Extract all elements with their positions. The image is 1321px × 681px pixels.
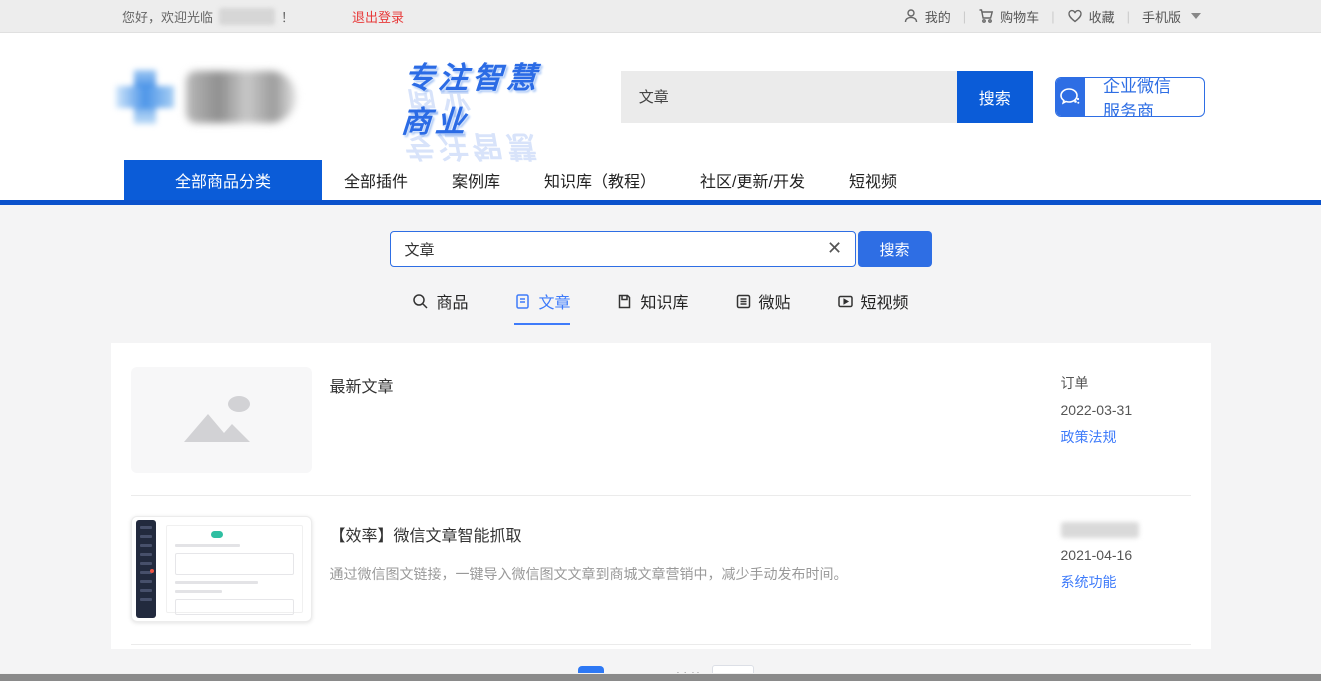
tab-products[interactable]: 商品	[412, 289, 468, 325]
result-description: 通过微信图文链接，一键导入微信图文文章到商城文章营销中，减少手动发布时间。	[330, 564, 1031, 585]
redacted-category	[1061, 522, 1139, 538]
clear-icon[interactable]: ✕	[826, 239, 844, 257]
nav-item-knowledge-base[interactable]: 知识库（教程）	[522, 160, 678, 200]
favorites-link[interactable]: 收藏	[1067, 7, 1115, 26]
placeholder-image-icon	[131, 367, 312, 473]
nav-item-case-library[interactable]: 案例库	[430, 160, 522, 200]
greeting-prefix: 您好，欢迎光临	[122, 7, 213, 26]
topbar-greeting: 您好，欢迎光临 ！ 退出登录	[122, 7, 404, 26]
tab-label: 商品	[436, 289, 468, 313]
slogan-wrap: 专注智慧商业 专注智慧商业	[403, 53, 556, 141]
post-icon	[735, 293, 752, 310]
result-item[interactable]: 最新文章 订单 2022-03-31 政策法规	[131, 347, 1191, 496]
result-thumbnail	[131, 516, 312, 622]
favorites-label: 收藏	[1089, 7, 1115, 26]
tab-label: 知识库	[640, 289, 688, 313]
results-card: 最新文章 订单 2022-03-31 政策法规	[111, 343, 1211, 649]
main-content: ✕ 搜索 商品 文章 知识库 微贴 短视频	[0, 205, 1321, 681]
user-icon	[903, 8, 919, 24]
tab-label: 微贴	[759, 289, 791, 313]
cart-label: 购物车	[1000, 7, 1039, 26]
result-title[interactable]: 最新文章	[330, 373, 1031, 397]
knowledge-icon	[616, 293, 633, 310]
mobile-version-label: 手机版	[1142, 7, 1181, 26]
wechat-service-badge[interactable]: 企业微信服务商	[1055, 77, 1205, 117]
thumb-admin-form	[166, 525, 303, 613]
tab-knowledge-base[interactable]: 知识库	[616, 289, 688, 325]
result-tag-link[interactable]: 政策法规	[1061, 427, 1191, 447]
filter-search-input[interactable]	[390, 231, 856, 267]
filter-search-button[interactable]: 搜索	[858, 231, 932, 267]
logo-mark-blurred	[116, 68, 176, 126]
cart-link[interactable]: 购物车	[978, 7, 1039, 26]
wechat-service-label: 企业微信服务商	[1085, 77, 1204, 117]
result-title[interactable]: 【效率】微信文章智能抓取	[330, 522, 1031, 546]
nav-item-all-plugins[interactable]: 全部插件	[322, 160, 430, 200]
result-body: 【效率】微信文章智能抓取 通过微信图文链接，一键导入微信图文文章到商城文章营销中…	[312, 516, 1061, 622]
result-meta: 订单 2022-03-31 政策法规	[1061, 367, 1191, 473]
site-slogan: 专注智慧商业	[400, 53, 560, 141]
cart-icon	[978, 8, 994, 24]
result-date: 2022-03-31	[1061, 402, 1191, 418]
divider: |	[1051, 9, 1054, 24]
result-tag-link[interactable]: 系统功能	[1061, 572, 1191, 592]
thumb-admin-sidebar	[136, 520, 156, 618]
scrollbar-thumb[interactable]	[0, 674, 1321, 681]
divider: |	[963, 9, 966, 24]
header-search-button[interactable]: 搜索	[957, 71, 1033, 123]
logout-link[interactable]: 退出登录	[352, 7, 404, 26]
my-account-label: 我的	[925, 7, 951, 26]
tab-label: 短视频	[861, 289, 909, 313]
main-nav: 全部商品分类 全部插件 案例库 知识库（教程） 社区/更新/开发 短视频	[0, 160, 1321, 200]
header-search: 搜索	[621, 71, 1033, 123]
header-search-input[interactable]	[621, 71, 957, 123]
my-account-link[interactable]: 我的	[903, 7, 951, 26]
site-header: 专注智慧商业 专注智慧商业 搜索 企业微信服务商	[0, 33, 1321, 160]
mobile-version-menu[interactable]: 手机版	[1142, 7, 1201, 26]
search-icon	[412, 293, 429, 310]
topbar-menu: 我的 | 购物车 | 收藏 | 手机版	[903, 7, 1201, 26]
tab-label: 文章	[538, 289, 570, 313]
greeting-suffix: ！	[281, 7, 294, 26]
site-logo[interactable]	[116, 68, 379, 126]
heart-icon	[1067, 8, 1083, 24]
result-category: 订单	[1061, 373, 1191, 393]
nav-item-short-video[interactable]: 短视频	[827, 160, 919, 200]
tab-short-videos[interactable]: 短视频	[837, 289, 909, 325]
article-icon	[514, 293, 531, 310]
chevron-down-icon	[1191, 13, 1201, 19]
horizontal-scrollbar[interactable]	[0, 673, 1321, 681]
divider: |	[1127, 9, 1130, 24]
redacted-username	[219, 8, 275, 25]
filter-search-row: ✕ 搜索	[0, 231, 1321, 267]
video-icon	[837, 293, 854, 310]
result-item[interactable]: 【效率】微信文章智能抓取 通过微信图文链接，一键导入微信图文文章到商城文章营销中…	[131, 496, 1191, 645]
redacted-logo-text	[186, 71, 296, 123]
result-date: 2021-04-16	[1061, 547, 1191, 563]
nav-item-all-categories[interactable]: 全部商品分类	[124, 160, 322, 200]
topbar: 您好，欢迎光临 ！ 退出登录 我的 | 购物车 | 收藏 | 手机版	[0, 0, 1321, 33]
wechat-work-icon	[1056, 77, 1085, 117]
result-meta: 2021-04-16 系统功能	[1061, 516, 1191, 622]
tab-micro-posts[interactable]: 微贴	[735, 289, 791, 325]
result-body: 最新文章	[312, 367, 1061, 473]
nav-item-community[interactable]: 社区/更新/开发	[678, 160, 827, 200]
result-tabs: 商品 文章 知识库 微贴 短视频	[0, 289, 1321, 325]
tab-articles[interactable]: 文章	[514, 289, 570, 325]
logo-shape	[116, 86, 174, 108]
